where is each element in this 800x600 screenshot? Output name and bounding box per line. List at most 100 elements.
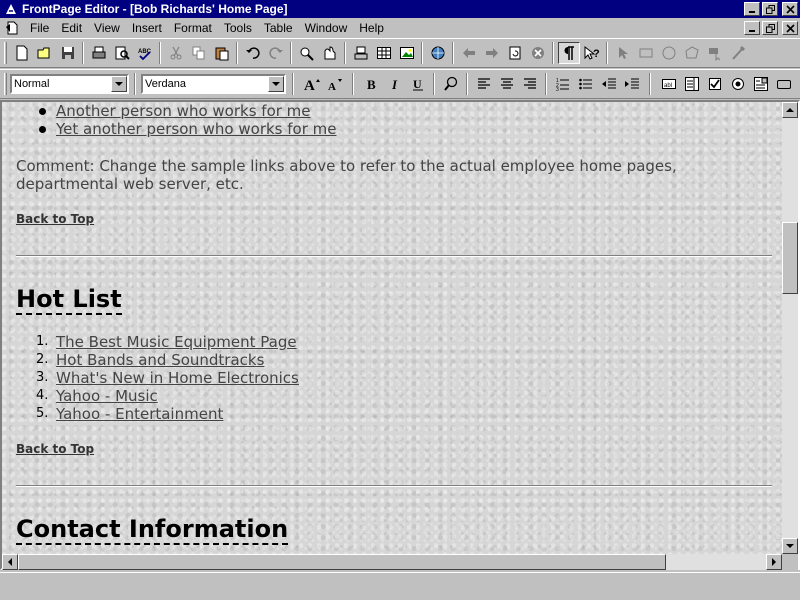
create-hyperlink-icon[interactable] [427,42,449,64]
menu-insert[interactable]: Insert [126,19,168,37]
print-button[interactable] [88,42,110,64]
increase-text-size-icon[interactable]: A [301,73,323,95]
scroll-right-button[interactable] [766,554,782,570]
decrease-text-size-icon[interactable]: A [324,73,346,95]
minimize-button[interactable] [744,2,760,16]
frontpage-app-icon[interactable] [3,1,19,17]
align-left-icon[interactable] [473,73,495,95]
save-button[interactable] [57,42,79,64]
pointer-icon[interactable] [612,42,634,64]
undo-icon[interactable] [242,42,264,64]
back-arrow-icon[interactable] [458,42,480,64]
menu-table[interactable]: Table [258,19,299,37]
svg-text:B: B [367,77,376,92]
menu-window[interactable]: Window [299,19,354,37]
list-number: 3. [36,370,49,385]
scroll-down-button[interactable] [782,538,798,554]
menu-help[interactable]: Help [353,19,390,37]
bulleted-list-icon[interactable] [575,73,597,95]
comment-text: Comment: Change the sample links above t… [16,157,677,193]
show-explorer-icon[interactable] [296,42,318,64]
copy-icon[interactable] [188,42,210,64]
highlight-hotspots-icon[interactable] [704,42,726,64]
help-icon[interactable]: ? [581,42,603,64]
font-dropdown[interactable]: Verdana [141,74,286,94]
show-paragraph-marks-button[interactable] [557,42,580,64]
polygon-icon[interactable] [681,42,703,64]
employee-links-list: Another person who works for me Yet anot… [38,102,337,138]
paste-icon[interactable] [211,42,233,64]
menu-view[interactable]: View [88,19,126,37]
style-value: Normal [14,78,50,90]
doc-close-button[interactable] [782,21,798,35]
spelling-button[interactable]: ABC [134,42,156,64]
scrolling-text-box-icon[interactable] [681,73,703,95]
show-to-do-list-icon[interactable] [319,42,341,64]
doc-minimize-button[interactable] [744,21,760,35]
cut-icon[interactable] [165,42,187,64]
align-right-icon[interactable] [519,73,541,95]
circle-icon[interactable] [658,42,680,64]
doc-restore-button[interactable] [762,21,778,35]
chevron-down-icon[interactable] [268,76,284,92]
make-transparent-icon[interactable] [727,42,749,64]
insert-image-icon[interactable] [396,42,418,64]
rectangle-icon[interactable] [635,42,657,64]
style-dropdown[interactable]: Normal [10,74,129,94]
horizontal-scroll-thumb[interactable] [18,554,666,570]
hot-list-link[interactable]: Yahoo - Music [56,387,158,405]
vertical-scroll-thumb[interactable] [782,222,798,295]
text-color-icon[interactable] [440,73,462,95]
back-to-top-link[interactable]: Back to Top [16,212,94,226]
align-center-icon[interactable] [496,73,518,95]
bold-icon[interactable]: B [361,73,383,95]
checkbox-icon[interactable] [704,73,726,95]
decrease-indent-icon[interactable] [598,73,620,95]
redo-icon[interactable] [265,42,287,64]
employee-link[interactable]: Yet another person who works for me [56,120,337,138]
stop-icon[interactable] [527,42,549,64]
page-canvas[interactable]: Another person who works for me Yet anot… [2,102,782,554]
radio-button-icon[interactable] [727,73,749,95]
hot-list-link[interactable]: Yahoo - Entertainment [56,405,223,423]
menu-edit[interactable]: Edit [55,19,88,37]
scroll-left-button[interactable] [2,554,18,570]
vertical-scrollbar[interactable] [782,102,798,554]
restore-button[interactable] [762,2,778,16]
print-preview-button[interactable] [111,42,133,64]
toolbar-gripper[interactable] [4,73,7,95]
back-to-top-link[interactable]: Back to Top [16,442,94,456]
open-button[interactable] [34,42,56,64]
hot-list-link[interactable]: What's New in Home Electronics [56,369,299,387]
italic-icon[interactable]: I [384,73,406,95]
increase-indent-icon[interactable] [621,73,643,95]
svg-text:abl: abl [664,83,672,89]
new-page-button[interactable] [11,42,33,64]
underline-icon[interactable]: U [407,73,429,95]
horizontal-scrollbar[interactable] [2,554,782,570]
push-button-icon[interactable] [773,73,795,95]
drop-down-menu-icon[interactable] [750,73,772,95]
menu-tools[interactable]: Tools [218,19,258,37]
numbered-list-icon[interactable]: 123 [552,73,574,95]
close-button[interactable] [782,2,798,16]
forward-arrow-icon[interactable] [481,42,503,64]
list-item: 2. Hot Bands and Soundtracks [36,351,299,369]
document-icon[interactable] [4,20,20,36]
menu-file[interactable]: File [24,19,55,37]
one-line-text-box-icon[interactable]: abl [658,73,680,95]
insert-table-icon[interactable] [373,42,395,64]
insert-webbot-icon[interactable] [350,42,372,64]
refresh-icon[interactable] [504,42,526,64]
employee-link[interactable]: Another person who works for me [56,102,311,120]
horizontal-rule [16,255,772,257]
scroll-up-button[interactable] [782,102,798,118]
hot-list-link[interactable]: Hot Bands and Soundtracks [56,351,264,369]
hot-list-link[interactable]: The Best Music Equipment Page [56,333,297,351]
list-number: 4. [36,388,49,403]
chevron-down-icon[interactable] [111,76,127,92]
window-title: FrontPage Editor - [Bob Richards' Home P… [22,2,288,16]
toolbar-gripper[interactable] [4,42,7,64]
standard-toolbar: ABC ? [0,38,800,68]
menu-format[interactable]: Format [168,19,218,37]
